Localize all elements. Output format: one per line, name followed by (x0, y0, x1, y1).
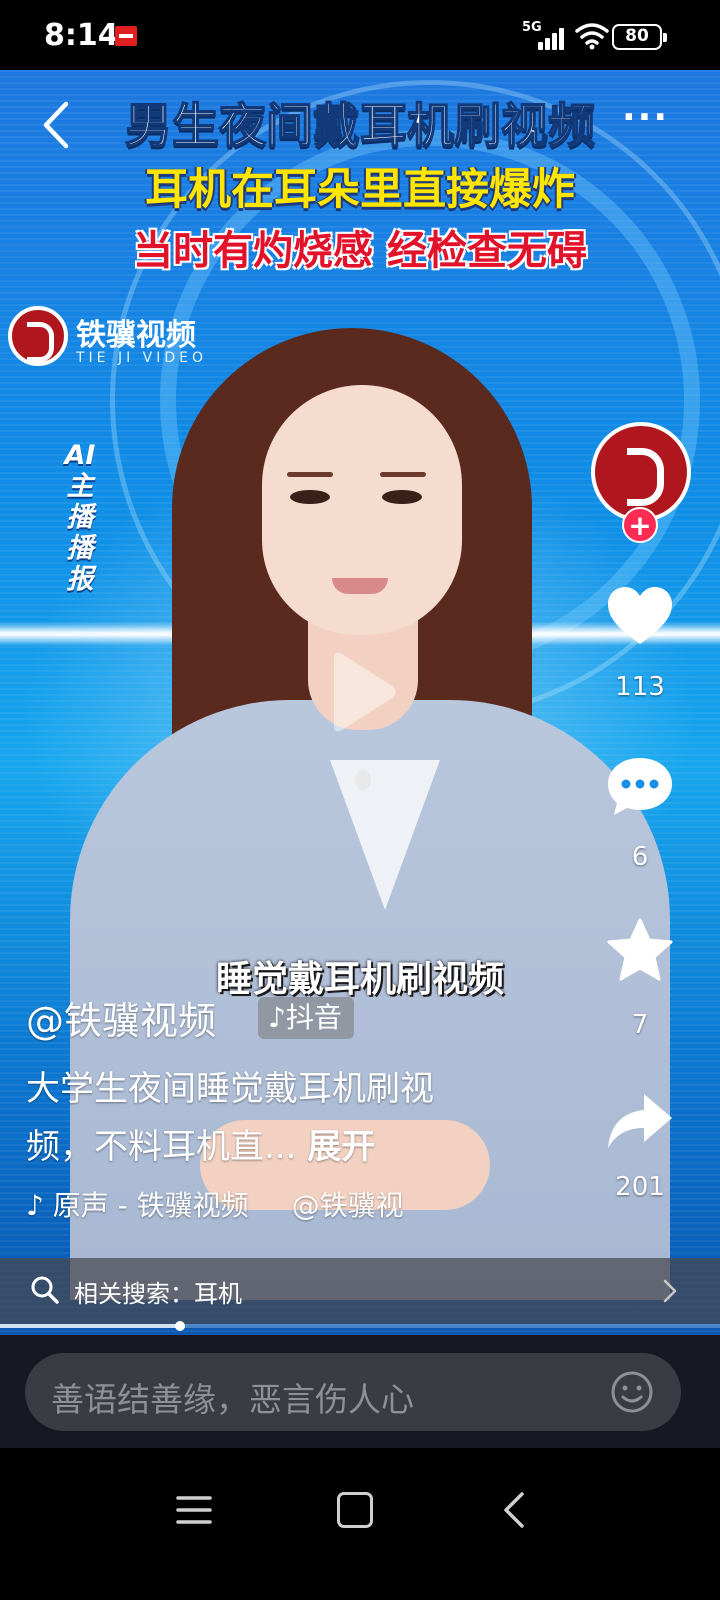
music-handle: @铁骥视 (291, 1189, 404, 1222)
like-count: 113 (615, 672, 665, 702)
presenter-face (262, 385, 462, 635)
system-nav-bar (0, 1448, 720, 1600)
signal-icon (538, 26, 568, 50)
status-time: 8:14 (44, 18, 119, 53)
related-search-bar[interactable]: 相关搜索：耳机 (0, 1258, 720, 1324)
video-progress-knob[interactable] (175, 1321, 185, 1331)
play-button[interactable] (304, 640, 408, 744)
back-icon[interactable] (38, 100, 78, 150)
author-name[interactable]: @铁骥视频 (26, 990, 216, 1045)
search-icon (31, 1276, 59, 1304)
status-bar: 8:14 5G 80 (0, 0, 720, 70)
more-icon[interactable]: ··· (622, 100, 670, 138)
wifi-icon (575, 23, 609, 50)
comment-placeholder: 善语结善缘，恶言伤人心 (51, 1380, 414, 1419)
battery-level: 80 (625, 26, 649, 46)
platform-label: 抖音 (285, 1001, 342, 1034)
share-icon[interactable] (604, 1090, 676, 1154)
home-icon[interactable] (337, 1492, 373, 1528)
share-count: 201 (615, 1172, 665, 1202)
music-line[interactable]: ♪ 原声 - 铁骥视频 @铁骥视 (26, 1184, 404, 1224)
video-progress-bar[interactable] (0, 1321, 720, 1331)
video-caption[interactable]: 大学生夜间睡觉戴耳机刷视频，不料耳机直... 展开 (26, 1060, 496, 1176)
related-search-label: 相关搜索：耳机 (74, 1280, 242, 1308)
comment-count: 6 (631, 842, 649, 872)
heart-icon[interactable] (604, 584, 676, 648)
headline-line-2: 耳机在耳朵里直接爆炸 (145, 165, 575, 215)
channel-logo-name: 铁骥视频 (76, 318, 196, 353)
battery-icon: 80 (612, 24, 667, 50)
headline-line-1: 男生夜间戴耳机刷视频 (124, 98, 596, 155)
comment-input[interactable]: 善语结善缘，恶言伤人心 (25, 1353, 681, 1431)
presenter-brow (380, 472, 426, 477)
channel-logo-icon (8, 306, 68, 366)
expand-link[interactable]: 展开 (307, 1127, 375, 1167)
video-player[interactable]: 男生夜间戴耳机刷视频 耳机在耳朵里直接爆炸 当时有灼烧感 经检查无碍 ··· 铁… (0, 70, 720, 1335)
headline-line-3: 当时有灼烧感 经检查无碍 (133, 228, 587, 274)
presenter-necklace (355, 770, 371, 790)
nav-back-icon[interactable] (500, 1490, 530, 1530)
follow-button[interactable]: + (622, 507, 658, 543)
presenter-mouth (332, 578, 388, 594)
presenter-eye (290, 490, 330, 504)
platform-badge: ♪抖音 (258, 997, 354, 1039)
comment-icon[interactable] (604, 754, 676, 818)
comment-area: 善语结善缘，恶言伤人心 (0, 1335, 720, 1448)
chevron-right-icon (663, 1279, 677, 1303)
video-progress-fill (0, 1324, 180, 1328)
channel-logo-subtitle: TIE JI VIDEO (76, 350, 208, 366)
menu-icon[interactable] (176, 1494, 212, 1526)
news-app-notification-icon (115, 26, 137, 46)
presenter-brow (287, 472, 333, 477)
favorite-count: 7 (631, 1010, 649, 1040)
emoji-icon[interactable] (610, 1370, 654, 1414)
presenter-eye (382, 490, 422, 504)
star-icon[interactable] (604, 918, 676, 982)
ai-anchor-tag: AI主播播报 (64, 440, 96, 595)
music-title: 原声 - 铁骥视频 (52, 1189, 249, 1222)
music-note-icon: ♪ (26, 1189, 44, 1222)
music-note-icon: ♪ (268, 1001, 286, 1034)
